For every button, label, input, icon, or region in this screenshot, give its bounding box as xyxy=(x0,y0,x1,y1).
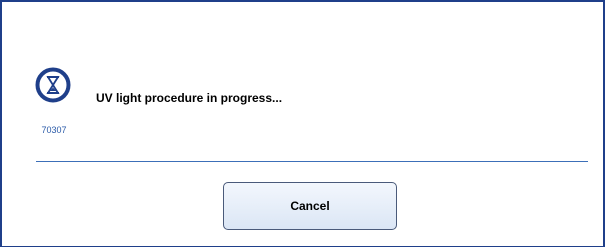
cancel-button[interactable]: Cancel xyxy=(223,182,397,230)
hourglass-icon xyxy=(35,67,71,103)
status-code: 70307 xyxy=(41,125,67,135)
status-message: UV light procedure in progress... xyxy=(96,91,283,105)
divider xyxy=(36,161,588,162)
cancel-button-label: Cancel xyxy=(290,199,330,213)
uv-progress-dialog: 70307 UV light procedure in progress... … xyxy=(0,0,605,247)
